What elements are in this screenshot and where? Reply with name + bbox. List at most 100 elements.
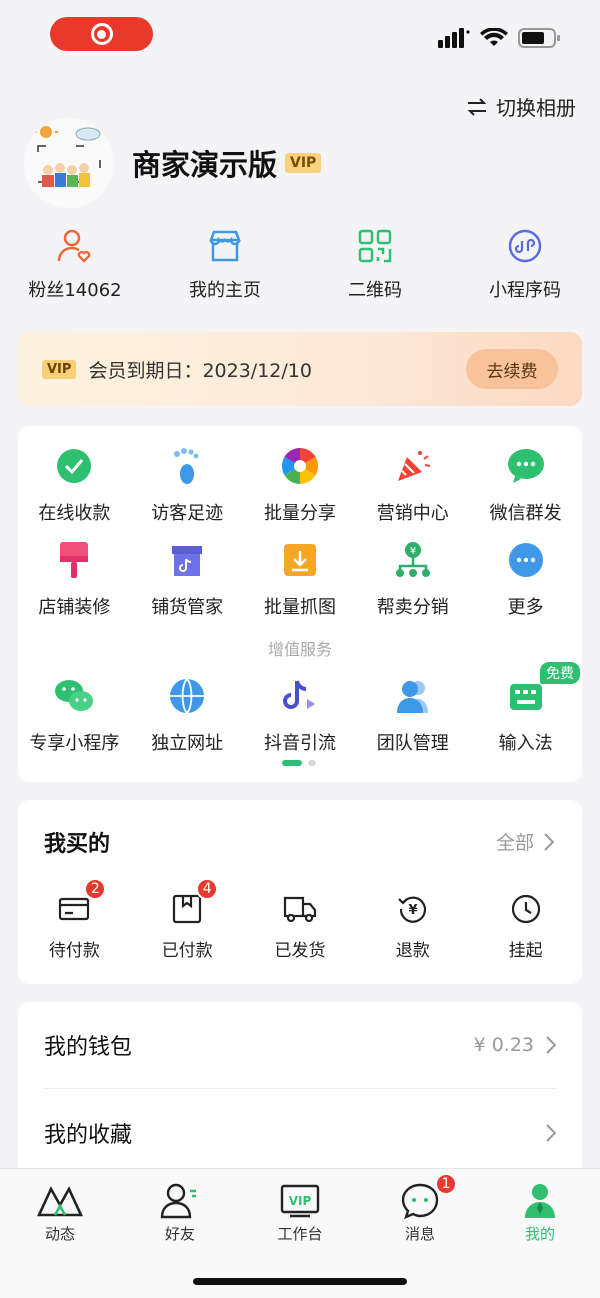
svg-text:¥: ¥	[408, 903, 417, 918]
pending-payment-button[interactable]: 2 待付款	[18, 878, 131, 961]
wechat-icon	[55, 680, 94, 711]
keyboard-icon	[509, 684, 542, 710]
help-sell-distribution-button[interactable]: ¥ 帮卖分销	[356, 540, 469, 619]
store-decoration-button[interactable]: 店铺装修	[18, 540, 131, 619]
batch-share-button[interactable]: 批量分享	[244, 446, 357, 525]
payment-icon	[57, 449, 92, 483]
fans-label: 粉丝14062	[28, 280, 122, 301]
my-favorites-row[interactable]: 我的收藏	[44, 1090, 556, 1176]
tab-moments[interactable]: 动态	[0, 1183, 120, 1244]
download-box-icon	[283, 544, 316, 576]
services-row-2: 店铺装修 铺货管家 批量抓图 ¥ 帮卖分销 更多	[18, 540, 582, 619]
service-label: 独立网址	[151, 733, 224, 754]
renew-button[interactable]: 去续费	[466, 349, 558, 389]
tab-label: 动态	[44, 1225, 75, 1243]
home-indicator[interactable]	[193, 1278, 407, 1285]
team-management-button[interactable]: 团队管理	[356, 676, 469, 755]
order-status-row: 2 待付款 4 已付款 已发货 ¥ 退款 挂起	[18, 878, 582, 961]
order-status-label: 已发货	[274, 941, 326, 961]
vip-workbench-icon: VIP	[280, 1184, 320, 1218]
wallet-balance: ¥ 0.23	[473, 1034, 534, 1056]
miniprogram-icon	[508, 229, 542, 263]
my-wallet-row[interactable]: 我的钱包 ¥ 0.23	[44, 1002, 556, 1088]
service-label: 专享小程序	[29, 733, 120, 754]
exclusive-miniprogram-button[interactable]: 专享小程序	[18, 676, 131, 755]
service-label: 营销中心	[376, 503, 449, 524]
douyin-traffic-button[interactable]: 抖音引流	[244, 676, 357, 755]
tab-label: 工作台	[277, 1225, 323, 1243]
input-method-button[interactable]: 免费 输入法	[469, 662, 582, 755]
chevron-right-icon	[546, 1124, 556, 1142]
online-payment-button[interactable]: 在线收款	[18, 446, 131, 525]
wifi-icon	[480, 28, 508, 46]
battery-icon	[518, 28, 560, 48]
swap-arrows-icon	[467, 97, 487, 116]
fans-icon	[57, 229, 91, 263]
view-all-orders-link[interactable]: 全部	[496, 828, 554, 855]
svg-text:¥: ¥	[410, 546, 416, 557]
services-row-3: 专享小程序 独立网址 抖音引流 团队管理 免费 输入法	[18, 662, 582, 755]
order-status-label: 待付款	[48, 941, 100, 961]
screen-recording-indicator[interactable]	[50, 17, 153, 51]
independent-url-button[interactable]: 独立网址	[131, 676, 244, 755]
fans-button[interactable]: 粉丝14062	[0, 226, 150, 302]
divider	[44, 1088, 556, 1089]
more-button[interactable]: 更多	[469, 540, 582, 619]
record-icon	[90, 23, 113, 45]
team-icon	[396, 681, 428, 713]
service-label: 抖音引流	[263, 733, 336, 754]
page-dot-active[interactable]	[282, 760, 302, 766]
switch-album-button[interactable]: 切换相册	[466, 92, 576, 121]
miniprogram-code-button[interactable]: 小程序码	[450, 226, 600, 302]
service-label: 在线收款	[38, 503, 111, 524]
service-label: 批量抓图	[263, 597, 336, 618]
vip-tag: VIP	[285, 153, 322, 173]
shipped-button[interactable]: 已发货	[244, 892, 357, 961]
batch-grab-images-button[interactable]: 批量抓图	[244, 540, 357, 619]
my-homepage-label: 我的主页	[189, 280, 261, 301]
vip-badge: VIP	[42, 359, 77, 379]
qrcode-button[interactable]: 二维码	[300, 226, 450, 302]
qrcode-icon	[358, 229, 392, 263]
wechat-chat-icon	[507, 449, 544, 483]
tab-friends[interactable]: 好友	[120, 1183, 240, 1244]
tab-messages[interactable]: 1 消息	[360, 1173, 480, 1244]
douyin-store-icon	[172, 546, 203, 576]
my-purchases-title: 我买的	[44, 832, 111, 857]
visitor-footprint-button[interactable]: 访客足迹	[131, 446, 244, 525]
card-icon	[59, 897, 90, 921]
service-label: 店铺装修	[38, 597, 111, 618]
services-card: 在线收款 访客足迹 批量分享 营销中心 微信群发 店铺装修 铺货管家 批量抓图 …	[18, 426, 582, 782]
free-badge: 免费	[539, 662, 580, 684]
my-favorites-label: 我的收藏	[44, 1123, 133, 1148]
service-label: 微信群发	[489, 503, 562, 524]
my-homepage-button[interactable]: 我的主页	[150, 226, 300, 302]
stocking-manager-button[interactable]: 铺货管家	[131, 540, 244, 619]
my-wallet-label: 我的钱包	[44, 1035, 133, 1060]
on-hold-button[interactable]: 挂起	[469, 892, 582, 961]
status-bar	[0, 0, 600, 80]
tab-me[interactable]: 我的	[480, 1183, 600, 1244]
order-status-label: 挂起	[508, 941, 543, 961]
page-dot[interactable]	[308, 760, 316, 766]
view-all-label: 全部	[495, 832, 534, 854]
tab-label: 好友	[164, 1225, 195, 1243]
cellular-signal-icon	[438, 28, 470, 48]
services-row-1: 在线收款 访客足迹 批量分享 营销中心 微信群发	[18, 446, 582, 525]
my-purchases-card: 我买的 全部 2 待付款 4 已付款 已发货 ¥ 退款 挂起	[18, 800, 582, 984]
avatar[interactable]	[24, 118, 114, 208]
globe-icon	[170, 678, 205, 714]
marketing-center-button[interactable]: 营销中心	[356, 446, 469, 525]
vip-expiry-text: 会员到期日：2023/12/10	[88, 359, 312, 382]
tab-workbench[interactable]: VIP 工作台	[240, 1183, 360, 1244]
service-label: 帮卖分销	[376, 597, 449, 618]
refund-button[interactable]: ¥ 退款	[356, 892, 469, 961]
distribution-icon: ¥	[395, 542, 430, 577]
system-icons	[438, 28, 560, 48]
profile-icon	[525, 1184, 555, 1218]
truck-icon	[283, 896, 317, 923]
paid-button[interactable]: 4 已付款	[131, 878, 244, 961]
footprint-icon	[174, 448, 199, 484]
wechat-broadcast-button[interactable]: 微信群发	[469, 446, 582, 525]
service-label: 铺货管家	[151, 597, 224, 618]
